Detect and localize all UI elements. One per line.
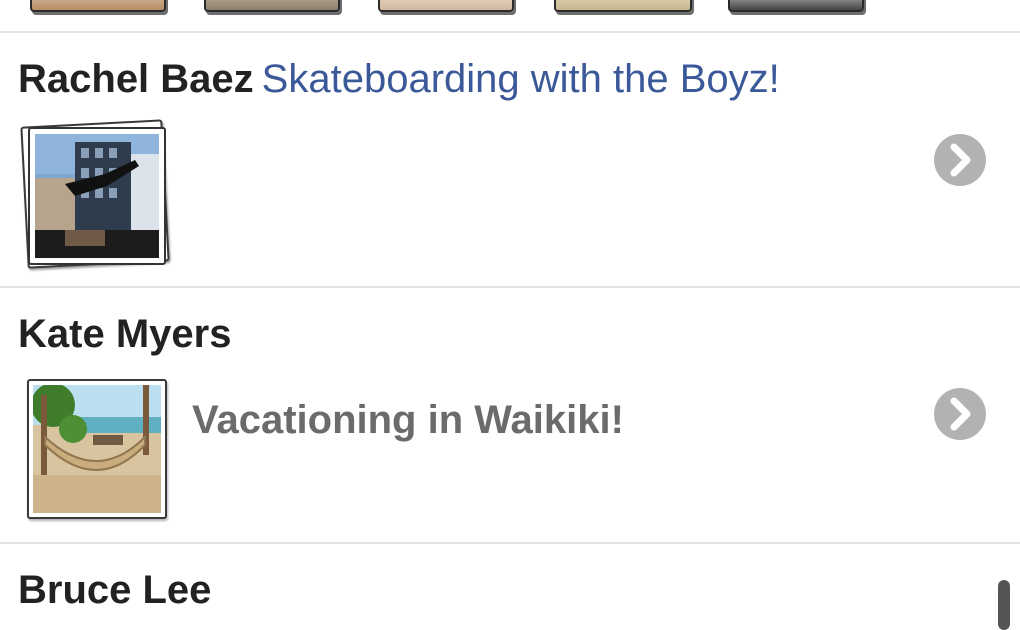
friend-name[interactable]: Kate Myers [18,312,231,357]
thumbnail[interactable] [378,0,514,12]
photo-album-stack[interactable] [20,119,170,269]
chevron-right-icon[interactable] [934,134,986,186]
friend-name[interactable]: Bruce Lee [18,568,211,613]
stack-front-card [28,127,166,265]
feed-item-header: Rachel Baez Skateboarding with the Boyz! [18,57,780,102]
status-text: Vacationing in Waikiki! [192,398,624,442]
thumbnail[interactable] [554,0,692,12]
feed-item[interactable]: Rachel Baez Skateboarding with the Boyz! [0,33,1020,286]
previous-item-thumbnails [0,0,1020,32]
thumbnail[interactable] [728,0,864,12]
album-caption-link[interactable]: Skateboarding with the Boyz! [262,57,780,101]
feed-item[interactable]: Bruce Lee [0,544,1020,630]
friend-name[interactable]: Rachel Baez [18,57,254,101]
skateboard-photo [35,134,159,258]
beach-hammock-photo [33,385,161,513]
feed-item[interactable]: Kate Myers Vacationing in Waikiki! [0,288,1020,542]
scrollbar[interactable] [998,580,1010,630]
chevron-right-icon[interactable] [934,388,986,440]
news-feed: Rachel BaezSkateboarding with the Boyz! [0,0,1020,630]
thumbnail[interactable] [204,0,340,12]
thumbnail[interactable] [30,0,166,12]
photo-thumbnail[interactable] [27,379,167,519]
